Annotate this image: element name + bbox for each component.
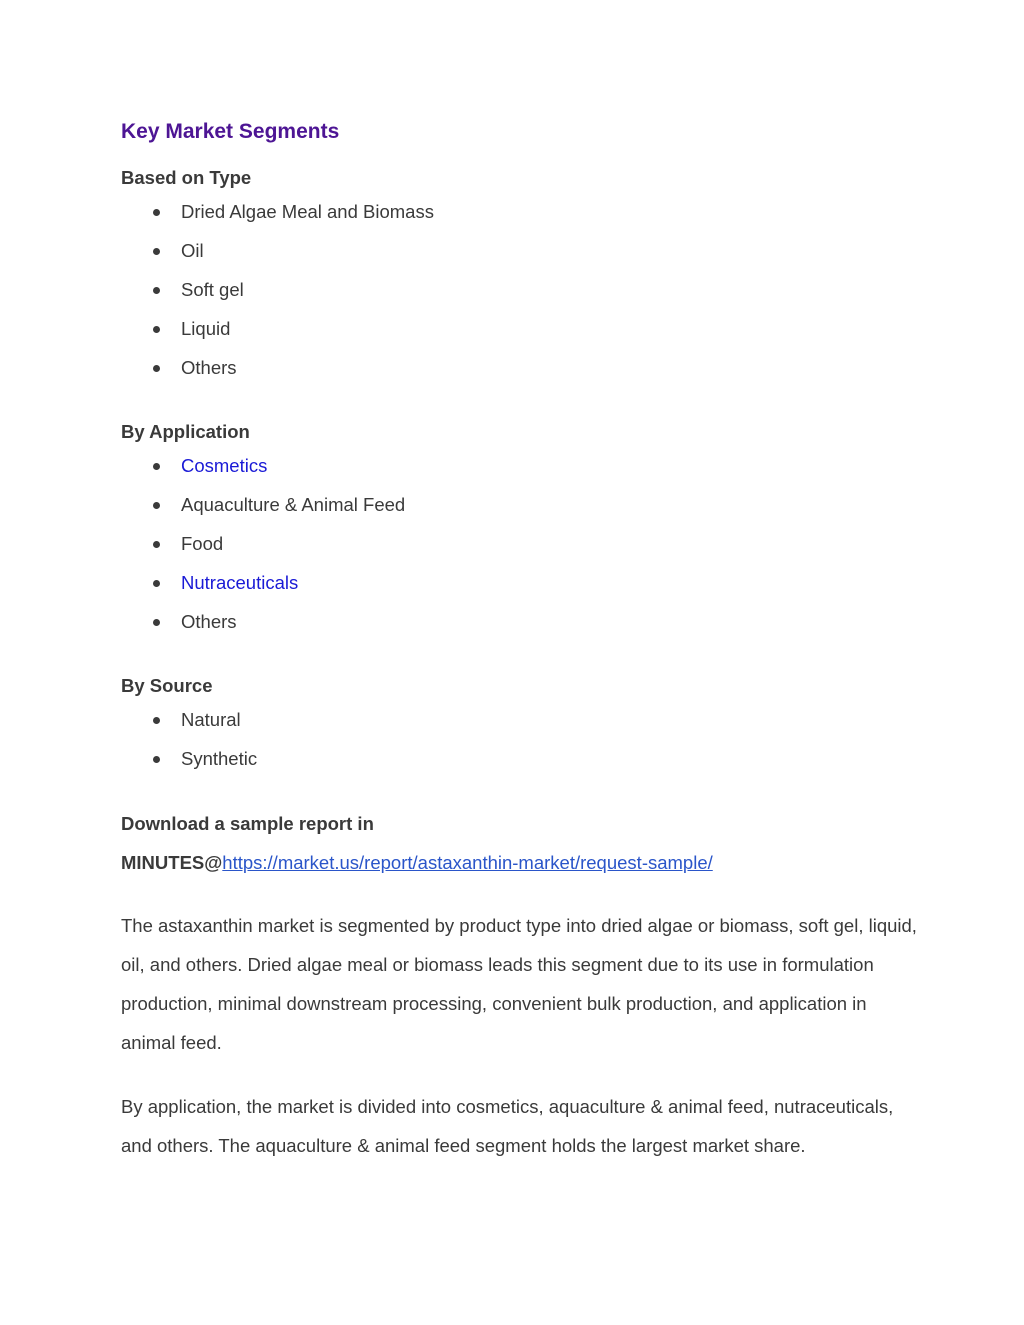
bullet-icon — [153, 502, 160, 509]
list-item: Others — [121, 357, 434, 396]
list-item-label: Synthetic — [181, 748, 258, 769]
section-heading-application: By Application — [121, 421, 250, 442]
nutraceuticals-link[interactable]: Nutraceuticals — [181, 572, 298, 593]
list-item: Others — [121, 611, 405, 650]
sample-report-link[interactable]: https://market.us/report/astaxanthin-mar… — [222, 852, 712, 873]
list-item-label: Oil — [181, 240, 204, 261]
bullet-icon — [153, 541, 160, 548]
download-prefix: MINUTES@ — [121, 852, 223, 873]
download-label: Download a sample report in — [121, 813, 374, 834]
list-item-label: Liquid — [181, 318, 231, 339]
list-item: Food — [121, 533, 405, 572]
list-item-label: Others — [181, 357, 237, 378]
list-item-label: Natural — [181, 709, 241, 730]
section-heading-type: Based on Type — [121, 167, 252, 188]
list-item: Aquaculture & Animal Feed — [121, 494, 405, 533]
cosmetics-link[interactable]: Cosmetics — [181, 455, 267, 476]
source-list: Natural Synthetic — [121, 709, 257, 787]
bullet-icon — [153, 717, 160, 724]
list-item-label: Others — [181, 611, 237, 632]
type-list: Dried Algae Meal and Biomass Oil Soft ge… — [121, 201, 434, 396]
list-item[interactable]: Cosmetics — [121, 455, 405, 494]
list-item: Dried Algae Meal and Biomass — [121, 201, 434, 240]
page-title: Key Market Segments — [121, 120, 340, 143]
paragraph-application-summary: By application, the market is divided in… — [121, 1096, 894, 1156]
list-item: Liquid — [121, 318, 434, 357]
bullet-icon — [153, 365, 160, 372]
list-item-label: Aquaculture & Animal Feed — [181, 494, 406, 515]
list-item: Soft gel — [121, 279, 434, 318]
bullet-icon — [153, 248, 160, 255]
list-item-label: Soft gel — [181, 279, 244, 300]
bullet-icon — [153, 756, 160, 763]
bullet-icon — [153, 463, 160, 470]
list-item: Synthetic — [121, 748, 257, 787]
bullet-icon — [153, 209, 160, 216]
list-item-label: Dried Algae Meal and Biomass — [181, 201, 434, 222]
bullet-icon — [153, 287, 160, 294]
download-url-line: MINUTES@https://market.us/report/astaxan… — [121, 852, 713, 874]
application-list: Cosmetics Aquaculture & Animal Feed Food… — [121, 455, 405, 650]
list-item-label: Food — [181, 533, 224, 554]
section-heading-source: By Source — [121, 675, 213, 696]
bullet-icon — [153, 619, 160, 626]
paragraph-type-summary: The astaxanthin market is segmented by p… — [121, 915, 917, 1053]
list-item: Oil — [121, 240, 434, 279]
bullet-icon — [153, 580, 160, 587]
list-item[interactable]: Nutraceuticals — [121, 572, 405, 611]
bullet-icon — [153, 326, 160, 333]
list-item: Natural — [121, 709, 257, 748]
